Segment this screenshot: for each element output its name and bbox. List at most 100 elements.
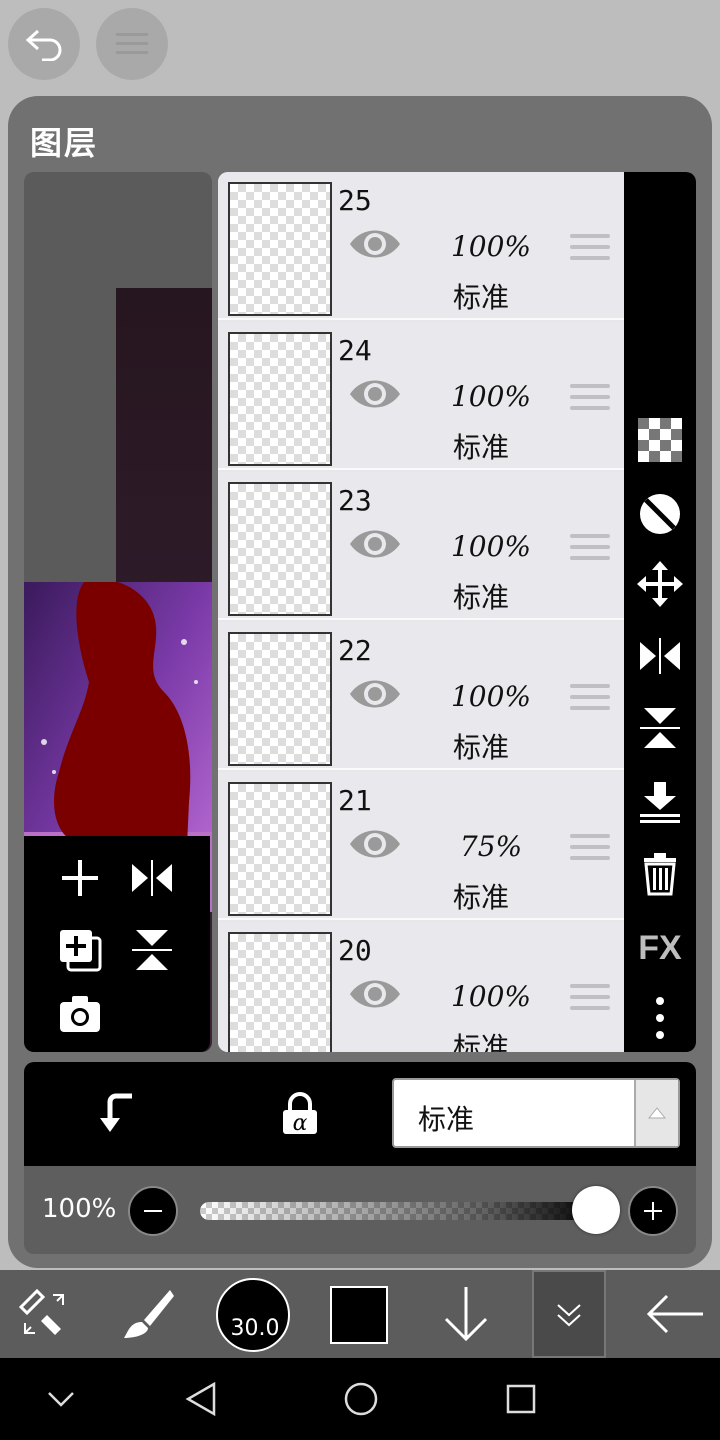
chevron-down-icon: [48, 1392, 74, 1407]
layer-blend-mode: 标准: [452, 281, 509, 314]
layer-blend-mode: 标准: [452, 581, 509, 614]
invert-mask-button[interactable]: [636, 490, 684, 538]
more-icon: [656, 997, 664, 1039]
triangle-back-icon: [185, 1381, 216, 1417]
color-swatch-button[interactable]: [330, 1286, 388, 1344]
import-photo-button[interactable]: [54, 988, 106, 1040]
layer-thumbnail: [228, 482, 332, 616]
brush-tool-button[interactable]: [116, 1270, 180, 1358]
layer-down-button[interactable]: [436, 1270, 496, 1358]
layer-opacity: 100%: [450, 980, 532, 1013]
svg-text:α: α: [293, 1111, 308, 1136]
layer-blend-mode: 标准: [452, 1031, 509, 1052]
eye-icon[interactable]: [348, 974, 402, 1014]
opacity-slider-knob[interactable]: [572, 1186, 620, 1234]
eye-icon[interactable]: [348, 674, 402, 714]
layer-opacity: 100%: [450, 380, 532, 413]
opacity-slider[interactable]: [200, 1202, 600, 1220]
undo-button[interactable]: [8, 8, 80, 80]
drag-handle-icon[interactable]: [570, 684, 610, 714]
flip-horizontal-icon: [640, 638, 680, 674]
layer-opacity: 75%: [459, 830, 523, 863]
merge-down-icon: [640, 782, 680, 823]
layer-number: 22: [338, 634, 372, 667]
duplicate-icon: [60, 930, 102, 972]
drag-handle-icon[interactable]: [570, 234, 610, 264]
move-layer-button[interactable]: [636, 560, 684, 608]
panel-title: 图层: [30, 124, 99, 162]
flip-horizontal-layer-button[interactable]: [126, 852, 178, 904]
layer-thumbnail: [228, 182, 332, 316]
layer-blend-mode: 标准: [452, 881, 509, 914]
back-button[interactable]: [640, 1270, 710, 1358]
clipping-button[interactable]: [90, 1088, 142, 1140]
alpha-lock-button[interactable]: α: [274, 1088, 326, 1140]
layer-opacity: 100%: [450, 680, 532, 713]
drag-handle-icon[interactable]: [570, 384, 610, 414]
flip-vertical-layer-button[interactable]: [126, 924, 178, 976]
nav-back-button[interactable]: [176, 1374, 226, 1424]
flip-horizontal-button[interactable]: [636, 632, 684, 680]
layer-actions-panel: [24, 836, 210, 1052]
layer-blend-mode: 标准: [452, 431, 509, 464]
duplicate-layer-button[interactable]: [54, 924, 106, 976]
layer-row[interactable]: 23 100% 标准: [218, 472, 624, 620]
app-screen: 图层 25 100% 标准 24 100% 标准 23 100% 标准 22 1…: [0, 0, 720, 1440]
layer-row[interactable]: 25 100% 标准: [218, 172, 624, 320]
opacity-increase-button[interactable]: [628, 1186, 678, 1236]
layer-list[interactable]: 25 100% 标准 24 100% 标准 23 100% 标准 22 100%…: [218, 172, 624, 1052]
opacity-decrease-button[interactable]: [128, 1186, 178, 1236]
transform-tool-button[interactable]: [14, 1270, 74, 1358]
brush-size-button[interactable]: 30.0: [216, 1278, 290, 1352]
eye-icon[interactable]: [348, 374, 402, 414]
transparent-background-button[interactable]: [636, 416, 684, 464]
menu-icon: [116, 33, 148, 54]
brush-size-value: 30.0: [230, 1316, 280, 1341]
delete-layer-button[interactable]: [636, 850, 684, 898]
move-icon: [637, 561, 683, 607]
alpha-lock-icon: α: [283, 1092, 317, 1136]
drag-handle-icon[interactable]: [570, 834, 610, 864]
trash-icon: [644, 853, 676, 896]
layer-thumbnail: [228, 932, 332, 1052]
menu-button[interactable]: [96, 8, 168, 80]
layer-number: 24: [338, 334, 372, 367]
drag-handle-icon[interactable]: [570, 534, 610, 564]
minus-icon: [144, 1210, 162, 1212]
blend-mode-value: 标准: [418, 1103, 475, 1136]
plus-icon: [644, 1202, 662, 1220]
nav-recents-button[interactable]: [496, 1374, 546, 1424]
layer-number: 25: [338, 184, 372, 217]
transform-icon: [18, 1288, 64, 1335]
flip-vertical-button[interactable]: [636, 704, 684, 752]
arrow-down-icon: [444, 1287, 488, 1342]
layer-row[interactable]: 20 100% 标准: [218, 922, 624, 1052]
layer-number: 20: [338, 934, 372, 967]
nav-home-button[interactable]: [336, 1374, 386, 1424]
brush-icon: [124, 1290, 174, 1338]
square-recents-icon: [506, 1384, 536, 1414]
eye-icon[interactable]: [348, 224, 402, 264]
bottom-toolbar: 30.0: [0, 1270, 720, 1358]
layer-number: 23: [338, 484, 372, 517]
nav-hide-button[interactable]: [36, 1374, 86, 1424]
merge-down-button[interactable]: [636, 778, 684, 826]
eye-icon[interactable]: [348, 824, 402, 864]
layer-blend-mode: 标准: [452, 731, 509, 764]
chevron-down-icon: [557, 1304, 581, 1327]
add-layer-button[interactable]: [54, 852, 106, 904]
more-options-button[interactable]: [636, 994, 684, 1042]
eye-icon[interactable]: [348, 524, 402, 564]
drag-handle-icon[interactable]: [570, 984, 610, 1014]
layer-number: 21: [338, 784, 372, 817]
add-icon: [62, 860, 98, 896]
circle-slash-icon: [640, 494, 680, 534]
opacity-value: 100%: [42, 1194, 117, 1224]
layer-panel-toggle-button[interactable]: [532, 1270, 606, 1358]
layer-row[interactable]: 24 100% 标准: [218, 322, 624, 470]
blend-mode-select[interactable]: 标准: [392, 1078, 680, 1148]
fx-button[interactable]: FX: [636, 924, 684, 972]
layer-row[interactable]: 21 75% 标准: [218, 772, 624, 920]
system-nav-bar: [0, 1358, 720, 1440]
layer-row[interactable]: 22 100% 标准: [218, 622, 624, 770]
